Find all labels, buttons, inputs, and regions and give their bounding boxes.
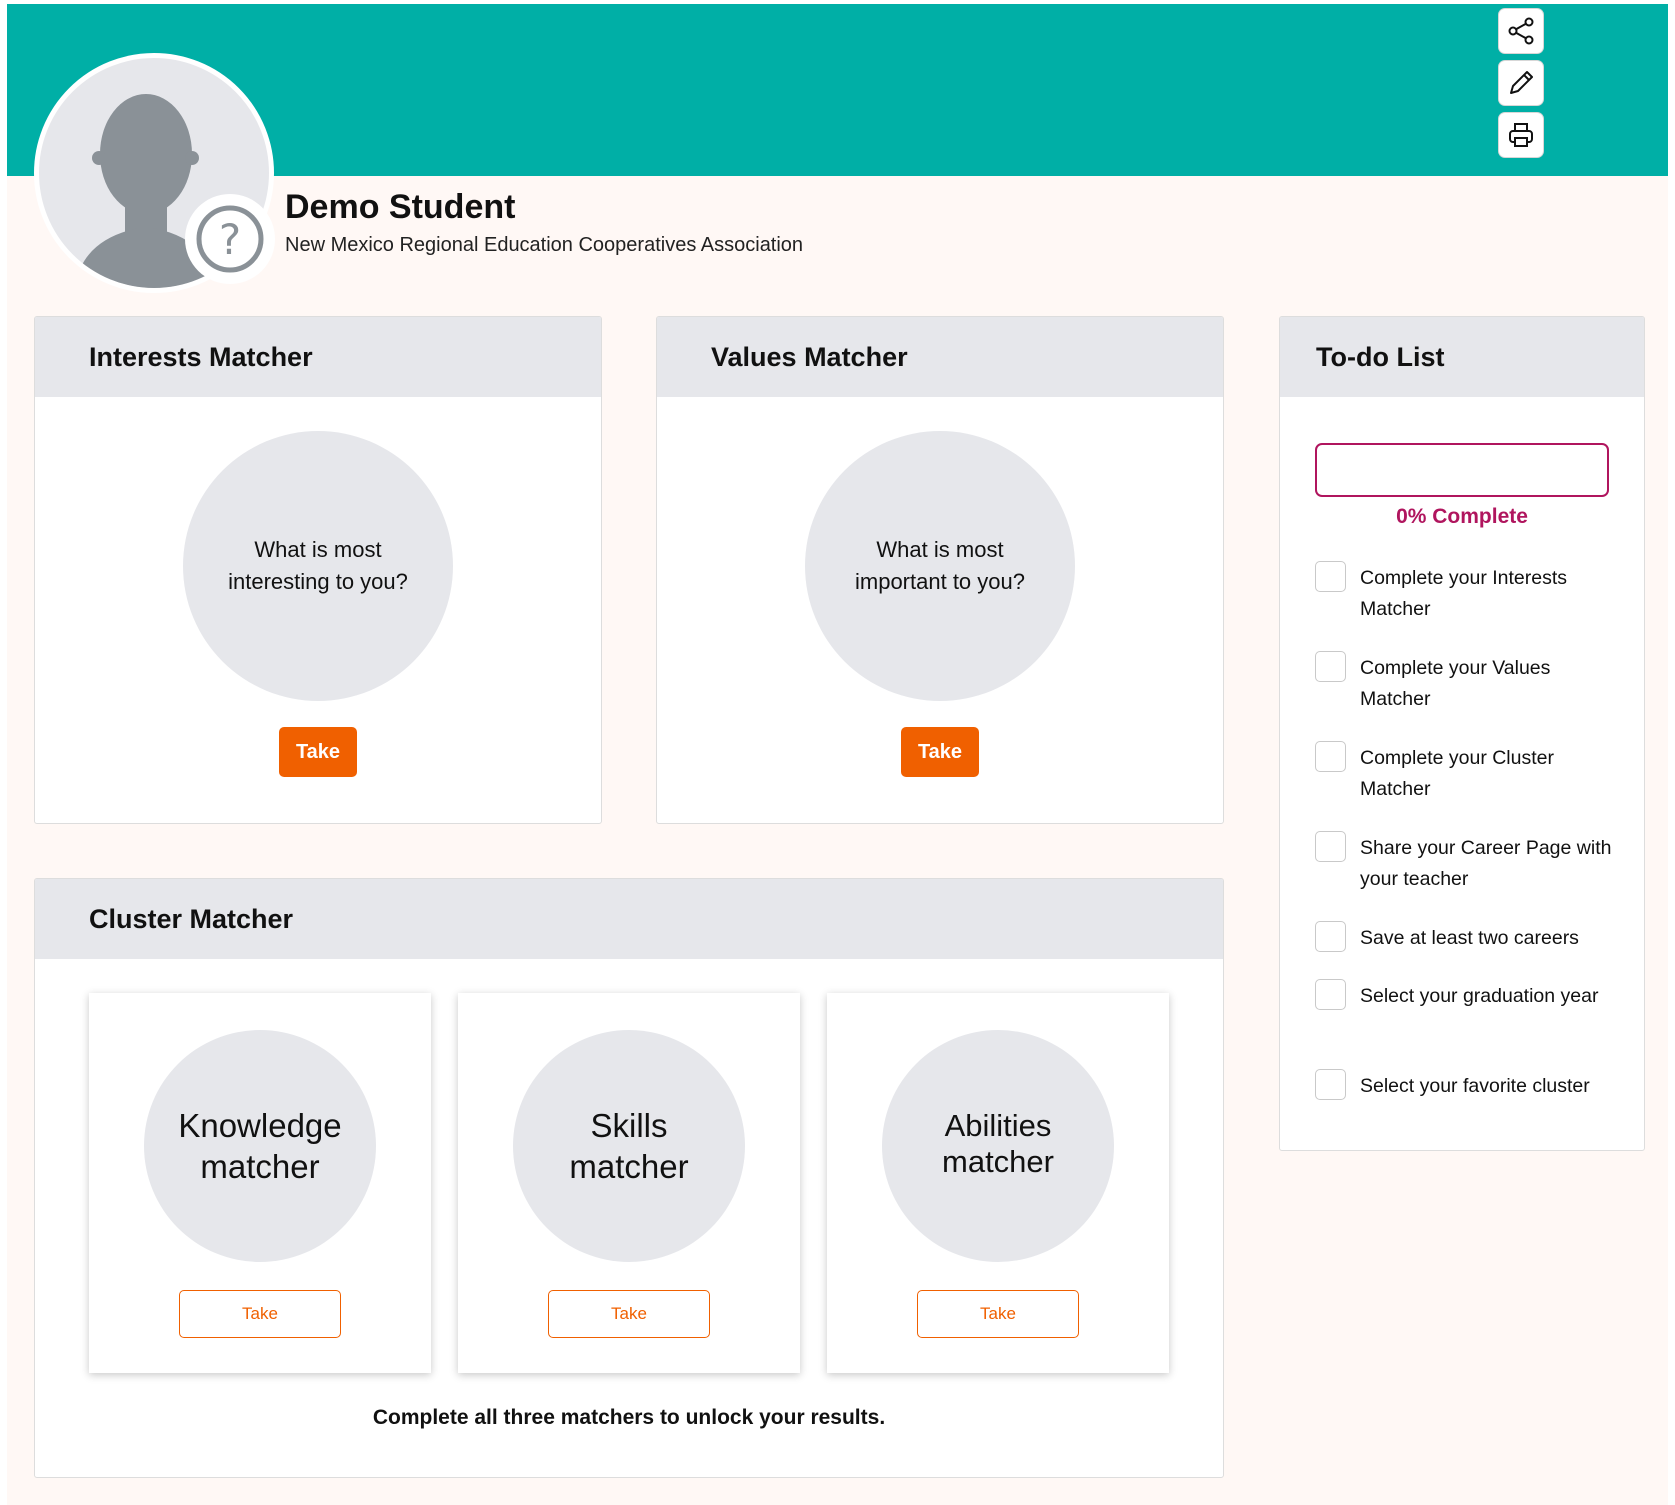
share-button[interactable] (1498, 8, 1544, 54)
interests-question-circle: What is most interesting to you? (183, 431, 453, 701)
todo-checkbox[interactable] (1315, 561, 1346, 592)
abilities-matcher-circle: Abilities matcher (882, 1030, 1114, 1262)
abilities-matcher-line1: Abilities (944, 1108, 1052, 1143)
knowledge-take-button[interactable]: Take (179, 1290, 341, 1338)
abilities-take-button[interactable]: Take (917, 1290, 1079, 1338)
values-take-button[interactable]: Take (901, 727, 979, 777)
knowledge-matcher-line1: Knowledge (178, 1107, 342, 1144)
skills-take-button[interactable]: Take (548, 1290, 710, 1338)
values-question-line1: What is most (876, 537, 1004, 562)
avatar-help-badge[interactable]: ? (185, 194, 275, 284)
todo-item-interests[interactable]: Complete your Interests Matcher (1315, 561, 1625, 625)
todo-item-label: Select your favorite cluster (1360, 1075, 1590, 1097)
student-organization: New Mexico Regional Education Cooperativ… (285, 234, 804, 256)
skills-matcher-circle: Skills matcher (513, 1030, 745, 1262)
todo-item-share[interactable]: Share your Career Page with your teacher (1315, 831, 1625, 895)
student-name: Demo Student (285, 188, 516, 226)
pencil-icon (1510, 71, 1533, 94)
values-matcher-card: Values Matcher What is most important to… (656, 316, 1224, 824)
edit-button[interactable] (1498, 60, 1544, 106)
knowledge-matcher-line2: matcher (200, 1148, 320, 1185)
svg-text:?: ? (219, 215, 241, 264)
todo-item-label: Save at least two careers (1360, 927, 1579, 949)
todo-progress-label: 0% Complete (1396, 505, 1528, 528)
todo-item-label: Select your graduation year (1360, 985, 1599, 1007)
interests-matcher-title: Interests Matcher (35, 317, 601, 397)
todo-list-title: To-do List (1280, 317, 1644, 397)
values-question-circle: What is most important to you? (805, 431, 1075, 701)
todo-checkbox[interactable] (1315, 651, 1346, 682)
todo-item-label: Share your Career Page with your teacher (1360, 837, 1612, 890)
interests-question-line1: What is most (254, 537, 382, 562)
todo-item-favorite-cluster[interactable]: Select your favorite cluster (1315, 1069, 1625, 1102)
todo-item-graduation-year[interactable]: Select your graduation year (1315, 979, 1625, 1012)
interests-question-line2: interesting to you? (228, 569, 408, 594)
cluster-footnote: Complete all three matchers to unlock yo… (372, 1406, 886, 1429)
share-icon (1508, 17, 1534, 45)
todo-checkbox[interactable] (1315, 1069, 1346, 1100)
todo-checkbox[interactable] (1315, 831, 1346, 862)
skills-matcher-line1: Skills (590, 1107, 668, 1144)
skills-matcher-card: Skills matcher Take (458, 993, 800, 1373)
todo-checkbox[interactable] (1315, 741, 1346, 772)
values-question-line2: important to you? (855, 569, 1025, 594)
todo-checkbox[interactable] (1315, 979, 1346, 1010)
todo-item-save-careers[interactable]: Save at least two careers (1315, 921, 1625, 954)
printer-icon (1509, 123, 1533, 147)
values-matcher-title: Values Matcher (657, 317, 1223, 397)
abilities-matcher-line2: matcher (942, 1144, 1054, 1179)
todo-item-label: Complete your Interests Matcher (1360, 567, 1568, 620)
todo-item-label: Complete your Values Matcher (1360, 657, 1551, 710)
skills-matcher-line2: matcher (569, 1148, 689, 1185)
career-page: ? Demo Student New Mexico Regional Educa… (7, 4, 1668, 1505)
interests-take-button[interactable]: Take (279, 727, 357, 777)
cluster-matcher-card: Cluster Matcher Knowledge matcher Take S… (34, 878, 1224, 1478)
todo-item-values[interactable]: Complete your Values Matcher (1315, 651, 1625, 715)
print-button[interactable] (1498, 112, 1544, 158)
todo-item-label: Complete your Cluster Matcher (1360, 747, 1554, 800)
todo-list-card: To-do List 0% Complete Complete your Int… (1279, 316, 1645, 1151)
todo-checkbox[interactable] (1315, 921, 1346, 952)
knowledge-matcher-circle: Knowledge matcher (144, 1030, 376, 1262)
question-circle-icon: ? (196, 205, 264, 273)
knowledge-matcher-card: Knowledge matcher Take (89, 993, 431, 1373)
cluster-matcher-title: Cluster Matcher (35, 879, 1223, 959)
interests-matcher-card: Interests Matcher What is most interesti… (34, 316, 602, 824)
abilities-matcher-card: Abilities matcher Take (827, 993, 1169, 1373)
todo-progress-bar (1315, 443, 1609, 497)
todo-item-cluster[interactable]: Complete your Cluster Matcher (1315, 741, 1625, 805)
